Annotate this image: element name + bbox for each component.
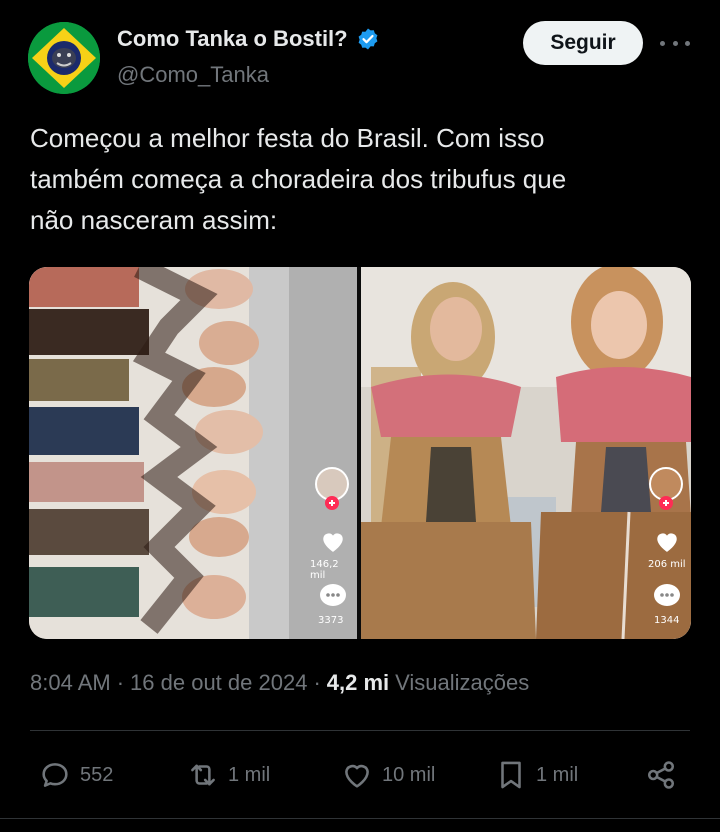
name-row: Como Tanka o Bostil? xyxy=(117,26,380,52)
follow-button[interactable]: Seguir xyxy=(523,21,643,65)
more-options-icon[interactable] xyxy=(660,36,690,50)
views-count: 4,2 mi xyxy=(326,670,390,695)
author-handle[interactable]: @Como_Tanka xyxy=(117,62,269,88)
tweet-meta: 8:04 AM · 16 de out de 2024 · 4,2 mi Vis… xyxy=(30,670,529,696)
tweet-text-line: não nasceram assim: xyxy=(30,205,278,235)
views-label: Visualizações xyxy=(395,670,530,695)
comment-bubble-icon xyxy=(319,583,347,614)
like-heart-icon xyxy=(654,529,680,558)
media-comment-count: 3373 xyxy=(318,615,344,626)
media-photo-right[interactable]: 206 mil 1344 xyxy=(361,267,691,639)
like-button[interactable]: 10 mil xyxy=(340,758,435,792)
creator-avatar-icon xyxy=(649,467,683,516)
bookmark-count: 1 mil xyxy=(536,763,579,786)
repost-icon xyxy=(191,764,215,786)
divider xyxy=(30,730,690,731)
tweet-header: Como Tanka o Bostil? @Como_Tanka Seguir xyxy=(0,0,720,110)
tweet-media[interactable]: 146,2 mil 3373 206 mil 1344 xyxy=(29,267,691,639)
like-count: 10 mil xyxy=(382,763,436,786)
creator-avatar-icon xyxy=(315,467,349,516)
tweet-date[interactable]: 16 de out de 2024 xyxy=(130,670,307,696)
group-photo-image xyxy=(29,267,357,639)
two-girls-photo-image xyxy=(361,267,691,639)
tweet-time[interactable]: 8:04 AM xyxy=(30,670,111,696)
divider xyxy=(0,818,720,819)
share-button[interactable] xyxy=(644,758,678,792)
brazil-flag-avatar-icon xyxy=(28,22,100,94)
bookmark-icon xyxy=(501,761,521,789)
comment-bubble-icon xyxy=(653,583,681,614)
repost-button[interactable]: 1 mil xyxy=(186,758,270,792)
meta-separator: · xyxy=(313,670,321,695)
bookmark-button[interactable]: 1 mil xyxy=(494,758,578,792)
media-like-count: 146,2 mil xyxy=(310,559,339,581)
reply-count: 552 xyxy=(80,763,114,786)
media-photo-left[interactable]: 146,2 mil 3373 xyxy=(29,267,357,639)
reply-button[interactable]: 552 xyxy=(38,758,113,792)
verified-badge-icon xyxy=(358,28,378,50)
media-comment-count: 1344 xyxy=(654,615,680,626)
meta-separator: · xyxy=(116,670,125,695)
media-like-count: 206 mil xyxy=(648,559,686,570)
tweet-actions: 552 1 mil 10 mil 1 mil xyxy=(0,750,720,802)
reply-icon xyxy=(42,763,68,787)
like-heart-icon xyxy=(320,529,346,558)
share-icon xyxy=(647,761,675,789)
display-name[interactable]: Como Tanka o Bostil? xyxy=(117,26,348,52)
tweet-text-line: Começou a melhor festa do Brasil. Com is… xyxy=(30,123,545,153)
avatar[interactable] xyxy=(28,22,100,94)
tweet-text: Começou a melhor festa do Brasil. Com is… xyxy=(30,118,690,241)
repost-count: 1 mil xyxy=(228,763,271,786)
like-heart-icon xyxy=(345,764,369,788)
tweet-text-line: também começa a choradeira dos tribufus … xyxy=(30,164,567,194)
